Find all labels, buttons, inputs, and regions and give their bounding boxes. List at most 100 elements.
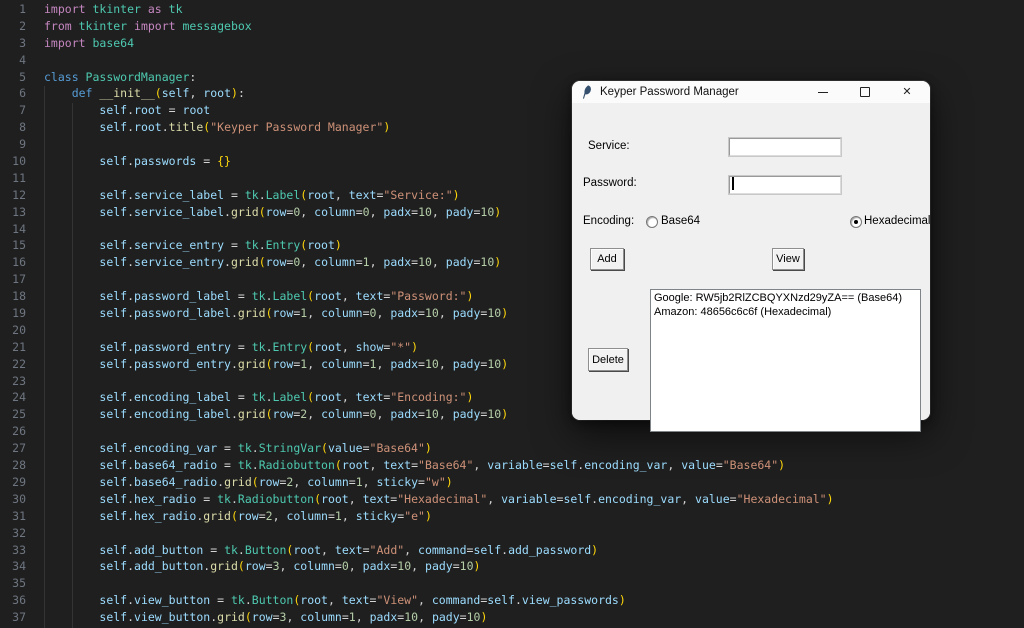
code-line[interactable]: 28 self.base64_radio = tk.Radiobutton(ro… [0, 457, 1024, 474]
code-line[interactable]: 35 [0, 575, 1024, 592]
code-line[interactable]: 13 self.service_label.grid(row=0, column… [0, 204, 1024, 221]
code-line[interactable]: 27 self.encoding_var = tk.StringVar(valu… [0, 440, 1024, 457]
code-line[interactable]: 23 [0, 373, 1024, 390]
line-number: 32 [12, 525, 26, 540]
code-text: self.hex_radio = tk.Radiobutton(root, te… [99, 491, 834, 506]
line-number: 35 [12, 576, 26, 591]
code-text: self.add_button = tk.Button(root, text="… [99, 542, 599, 557]
line-number: 22 [12, 356, 26, 371]
code-text: self.password_entry.grid(row=1, column=1… [99, 356, 509, 371]
line-number: 14 [12, 221, 26, 236]
code-line[interactable]: 15 self.service_entry = tk.Entry(root) [0, 237, 1024, 254]
code-text: self.add_button.grid(row=3, column=0, pa… [99, 559, 481, 574]
code-text: self.service_label.grid(row=0, column=0,… [99, 204, 502, 219]
code-text: self.encoding_label = tk.Label(root, tex… [99, 390, 474, 405]
line-number: 34 [12, 559, 26, 574]
code-line[interactable]: 11 [0, 170, 1024, 187]
code-line[interactable]: 4 [0, 52, 1024, 69]
line-number: 6 [19, 86, 26, 101]
line-number: 20 [12, 322, 26, 337]
code-line[interactable]: 9 [0, 136, 1024, 153]
line-number: 10 [12, 154, 26, 169]
code-lines: 1 import tkinter as tk 2 from tkinter impor… [0, 1, 1024, 626]
code-line[interactable]: 17 [0, 271, 1024, 288]
line-number: 31 [12, 508, 26, 523]
line-number: 5 [19, 69, 26, 84]
line-number: 19 [12, 306, 26, 321]
code-line[interactable]: 10 self.passwords = {} [0, 153, 1024, 170]
code-line[interactable]: 1 import tkinter as tk [0, 1, 1024, 18]
code-editor[interactable]: 1 import tkinter as tk 2 from tkinter impor… [0, 0, 1024, 628]
line-number: 29 [12, 474, 26, 489]
code-line[interactable]: 8 self.root.title("Keyper Password Manag… [0, 119, 1024, 136]
code-line[interactable]: 20 [0, 322, 1024, 339]
code-line[interactable]: 21 self.password_entry = tk.Entry(root, … [0, 339, 1024, 356]
code-text: self.encoding_var = tk.StringVar(value="… [99, 441, 432, 456]
code-text: self.password_entry = tk.Entry(root, sho… [99, 339, 419, 354]
code-line[interactable]: 37 self.view_button.grid(row=3, column=1… [0, 609, 1024, 626]
code-text: self.password_label.grid(row=1, column=0… [99, 306, 509, 321]
line-number: 37 [12, 610, 26, 625]
code-text: self.passwords = {} [99, 154, 231, 169]
line-number: 1 [19, 2, 26, 16]
code-line[interactable]: 32 [0, 525, 1024, 542]
line-number: 25 [12, 407, 26, 422]
code-line[interactable]: 7 self.root = root [0, 102, 1024, 119]
code-line[interactable]: 14 [0, 221, 1024, 238]
code-line[interactable]: 29 self.base64_radio.grid(row=2, column=… [0, 474, 1024, 491]
code-line[interactable]: 5 class PasswordManager: [0, 69, 1024, 86]
code-line[interactable]: 25 self.encoding_label.grid(row=2, colum… [0, 406, 1024, 423]
line-number: 24 [12, 390, 26, 405]
line-number: 9 [19, 137, 26, 152]
code-text: self.service_entry.grid(row=0, column=1,… [99, 255, 502, 270]
line-number: 17 [12, 272, 26, 287]
code-line[interactable]: 6 def __init__(self, root): [0, 85, 1024, 102]
code-text: self.hex_radio.grid(row=2, column=1, sti… [99, 508, 432, 523]
line-number: 11 [12, 170, 26, 185]
line-number: 8 [19, 120, 26, 135]
line-number: 33 [12, 542, 26, 557]
code-line[interactable]: 36 self.view_button = tk.Button(root, te… [0, 592, 1024, 609]
code-line[interactable]: 2 from tkinter import messagebox [0, 18, 1024, 35]
code-text: self.password_label = tk.Label(root, tex… [99, 289, 474, 304]
line-number: 16 [12, 255, 26, 270]
code-text: self.root = root [99, 103, 211, 118]
code-text: import base64 [44, 35, 135, 50]
line-number: 18 [12, 289, 26, 304]
line-number: 13 [12, 204, 26, 219]
code-text: import tkinter as tk [44, 2, 183, 16]
line-number: 4 [19, 52, 26, 67]
line-number: 7 [19, 103, 26, 118]
line-number: 30 [12, 491, 26, 506]
code-line[interactable]: 24 self.encoding_label = tk.Label(root, … [0, 389, 1024, 406]
line-number: 12 [12, 187, 26, 202]
code-text: self.service_entry = tk.Entry(root) [99, 238, 342, 253]
code-text: self.view_button = tk.Button(root, text=… [99, 593, 626, 608]
code-line[interactable]: 18 self.password_label = tk.Label(root, … [0, 288, 1024, 305]
line-number: 2 [19, 18, 26, 33]
code-line[interactable]: 34 self.add_button.grid(row=3, column=0,… [0, 558, 1024, 575]
code-line[interactable]: 33 self.add_button = tk.Button(root, tex… [0, 542, 1024, 559]
code-line[interactable]: 19 self.password_label.grid(row=1, colum… [0, 305, 1024, 322]
code-text: from tkinter import messagebox [44, 18, 252, 33]
code-line[interactable]: 31 self.hex_radio.grid(row=2, column=1, … [0, 508, 1024, 525]
line-number: 21 [12, 339, 26, 354]
code-line[interactable]: 16 self.service_entry.grid(row=0, column… [0, 254, 1024, 271]
line-number: 27 [12, 441, 26, 456]
code-line[interactable]: 26 [0, 423, 1024, 440]
code-line[interactable]: 12 self.service_label = tk.Label(root, t… [0, 187, 1024, 204]
code-text: self.root.title("Keyper Password Manager… [99, 120, 391, 135]
line-number: 36 [12, 593, 26, 608]
line-number: 15 [12, 238, 26, 253]
vscode-editor-screen: 1 import tkinter as tk 2 from tkinter impor… [0, 0, 1024, 628]
code-text: class PasswordManager: [44, 69, 197, 84]
line-number: 28 [12, 458, 26, 473]
code-line[interactable]: 3 import base64 [0, 35, 1024, 52]
line-number: 23 [12, 373, 26, 388]
code-text: self.service_label = tk.Label(root, text… [99, 187, 460, 202]
code-line[interactable]: 22 self.password_entry.grid(row=1, colum… [0, 356, 1024, 373]
line-number: 3 [19, 35, 26, 50]
line-number: 26 [12, 424, 26, 439]
code-text: self.base64_radio = tk.Radiobutton(root,… [99, 458, 786, 473]
code-line[interactable]: 30 self.hex_radio = tk.Radiobutton(root,… [0, 491, 1024, 508]
